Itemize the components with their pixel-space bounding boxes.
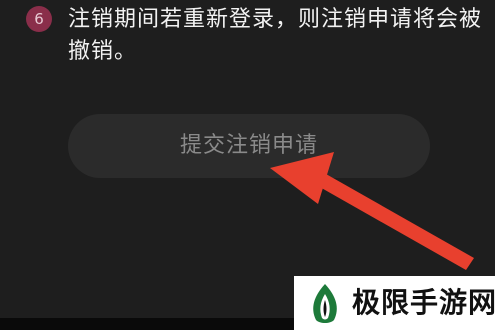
step-number-badge: 6 [26,6,52,32]
watermark: 极限手游网 [294,276,495,330]
page: 6 注销期间若重新登录，则注销申请将会被撤销。 提交注销申请 极限手游网 [0,0,495,330]
step-text: 注销期间若重新登录，则注销申请将会被撤销。 [68,7,483,64]
submit-cancellation-button[interactable]: 提交注销申请 [68,114,430,178]
watermark-text: 极限手游网 [352,286,495,319]
arrow-shaft [318,174,474,270]
leaf-logo-icon [313,284,337,323]
